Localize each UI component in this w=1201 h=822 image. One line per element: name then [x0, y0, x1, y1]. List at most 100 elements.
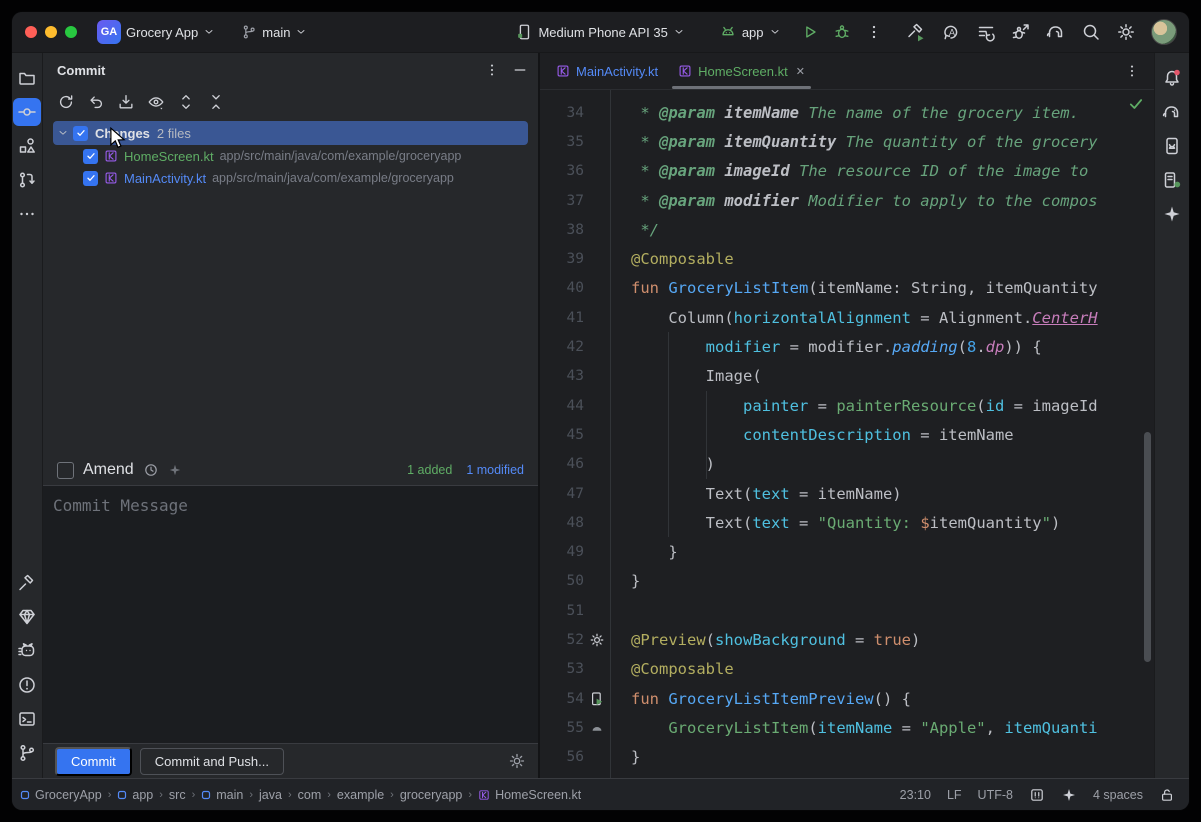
build-hammer-run-icon[interactable]	[906, 22, 926, 42]
project-selector[interactable]: GA Grocery App	[91, 18, 221, 46]
toolwindow-button-commit[interactable]	[13, 98, 41, 126]
code-line[interactable]: 49 }	[540, 537, 1154, 566]
more-actions-button[interactable]	[865, 23, 883, 41]
file-checkbox[interactable]	[83, 171, 98, 186]
ai-sparkle-icon[interactable]	[168, 463, 182, 477]
reader-mode-icon[interactable]	[1029, 787, 1045, 803]
breadcrumb-example[interactable]: example	[337, 788, 384, 802]
code-line[interactable]: 57	[540, 772, 1154, 778]
search-icon[interactable]	[1081, 22, 1101, 42]
commit-message-input[interactable]: Commit Message	[43, 485, 538, 744]
view-options-icon[interactable]	[147, 93, 165, 111]
file-checkbox[interactable]	[83, 149, 98, 164]
commit-button[interactable]: Commit	[55, 747, 132, 776]
indent-setting[interactable]: 4 spaces	[1093, 788, 1143, 802]
attach-debugger-icon[interactable]	[1011, 22, 1031, 42]
toolwindow-button-running-devices[interactable]	[1158, 132, 1186, 160]
history-icon[interactable]	[143, 462, 159, 478]
panel-options-button[interactable]	[484, 62, 500, 78]
commit-settings-icon[interactable]	[508, 752, 526, 770]
gear-gutter-icon[interactable]	[584, 632, 610, 648]
changed-file-row[interactable]: MainActivity.ktapp/src/main/java/com/exa…	[43, 167, 538, 189]
code-line[interactable]: 45 contentDescription = itemName	[540, 420, 1154, 449]
toolwindow-button-project-folder[interactable]	[13, 64, 41, 92]
preview-badge-gutter-icon[interactable]	[584, 720, 610, 736]
gradle-sync-icon[interactable]	[1046, 22, 1066, 42]
code-line[interactable]: 54fun GroceryListItemPreview() {	[540, 684, 1154, 713]
expand-chevron-icon[interactable]	[57, 127, 69, 139]
toolwindow-button-more-tools[interactable]	[13, 200, 41, 228]
toolwindow-button-pull-requests[interactable]	[13, 166, 41, 194]
code-line[interactable]: 42 modifier = modifier.padding(8.dp)) {	[540, 332, 1154, 361]
run-file-gutter-icon[interactable]	[584, 691, 610, 707]
code-line[interactable]: 48 Text(text = "Quantity: $itemQuantity"…	[540, 508, 1154, 537]
toolwindow-button-notifications-bell[interactable]	[1158, 64, 1186, 92]
close-tab-icon[interactable]: ✕	[796, 65, 805, 78]
editor-scrollbar[interactable]	[1144, 432, 1151, 662]
toolwindow-button-gemini-sparkle[interactable]	[1158, 200, 1186, 228]
run-button[interactable]	[801, 23, 819, 41]
code-line[interactable]: 40fun GroceryListItem(itemName: String, …	[540, 274, 1154, 303]
code-line[interactable]: 41 Column(horizontalAlignment = Alignmen…	[540, 303, 1154, 332]
breadcrumb-com[interactable]: com	[298, 788, 322, 802]
amend-checkbox[interactable]	[57, 462, 74, 479]
rollback-icon[interactable]	[87, 93, 105, 111]
shelve-icon[interactable]	[117, 93, 135, 111]
code-line[interactable]: 47 Text(text = itemName)	[540, 479, 1154, 508]
code-line[interactable]: 52@Preview(showBackground = true)	[540, 625, 1154, 654]
code-line[interactable]: 37 * @param modifier Modifier to apply t…	[540, 186, 1154, 215]
expand-all-icon[interactable]	[177, 93, 195, 111]
changes-checkbox[interactable]	[73, 126, 88, 141]
code-line[interactable]: 53@Composable	[540, 655, 1154, 684]
toolwindow-button-terminal[interactable]	[13, 705, 41, 733]
debug-button[interactable]	[833, 23, 851, 41]
collapse-all-icon[interactable]	[207, 93, 225, 111]
toolwindow-button-git-branch[interactable]	[13, 739, 41, 767]
hide-panel-button[interactable]	[512, 62, 528, 78]
breadcrumb-src[interactable]: src	[169, 788, 186, 802]
breadcrumb-java[interactable]: java	[259, 788, 282, 802]
ai-rename-icon[interactable]: A	[941, 22, 961, 42]
breadcrumb-HomeScreen.kt[interactable]: HomeScreen.kt	[478, 788, 581, 802]
code-line[interactable]: 56}	[540, 743, 1154, 772]
branch-selector[interactable]: main	[235, 18, 313, 46]
toolwindow-button-build-hammer[interactable]	[13, 569, 41, 597]
changed-file-row[interactable]: HomeScreen.ktapp/src/main/java/com/examp…	[43, 145, 538, 167]
toolwindow-button-logcat-cat[interactable]	[13, 637, 41, 665]
settings-icon[interactable]	[1116, 22, 1136, 42]
breadcrumb-groceryapp[interactable]: groceryapp	[400, 788, 463, 802]
caret-position[interactable]: 23:10	[900, 788, 931, 802]
toolwindow-button-quality-gem[interactable]	[13, 603, 41, 631]
code-line[interactable]: 38 */	[540, 215, 1154, 244]
code-line[interactable]: 51	[540, 596, 1154, 625]
ai-assistant-icon[interactable]	[1061, 787, 1077, 803]
commit-and-push-button[interactable]: Commit and Push...	[140, 748, 284, 775]
toolwindow-button-gradle-elephant[interactable]	[1158, 98, 1186, 126]
close-window-button[interactable]	[25, 26, 37, 38]
breadcrumb-main[interactable]: main	[201, 788, 243, 802]
file-encoding[interactable]: UTF-8	[978, 788, 1013, 802]
tab-MainActivity.kt[interactable]: MainActivity.kt	[546, 53, 668, 89]
tab-options-button[interactable]	[1124, 63, 1140, 79]
code-line[interactable]: 35 * @param itemQuantity The quantity of…	[540, 127, 1154, 156]
toolwindow-button-device-manager[interactable]	[1158, 166, 1186, 194]
code-line[interactable]: 50}	[540, 567, 1154, 596]
breadcrumb-app[interactable]: app	[117, 788, 153, 802]
changes-root-row[interactable]: Changes 2 files	[53, 121, 528, 145]
code-line[interactable]: 46 )	[540, 450, 1154, 479]
code-line[interactable]: 55 GroceryListItem(itemName = "Apple", i…	[540, 713, 1154, 742]
toolwindow-button-problems[interactable]	[13, 671, 41, 699]
breadcrumb-GroceryApp[interactable]: GroceryApp	[20, 788, 102, 802]
refresh-icon[interactable]	[57, 93, 75, 111]
code-line[interactable]: 43 Image(	[540, 362, 1154, 391]
file-writable-icon[interactable]	[1159, 787, 1175, 803]
line-separator[interactable]: LF	[947, 788, 962, 802]
run-tasks-icon[interactable]	[976, 22, 996, 42]
maximize-window-button[interactable]	[65, 26, 77, 38]
user-avatar[interactable]	[1151, 19, 1177, 45]
minimize-window-button[interactable]	[45, 26, 57, 38]
code-line[interactable]: 39@Composable	[540, 244, 1154, 273]
device-selector[interactable]: Medium Phone API 35	[509, 18, 690, 46]
run-config-selector[interactable]: app	[713, 18, 787, 46]
code-line[interactable]: 36 * @param imageId The resource ID of t…	[540, 157, 1154, 186]
